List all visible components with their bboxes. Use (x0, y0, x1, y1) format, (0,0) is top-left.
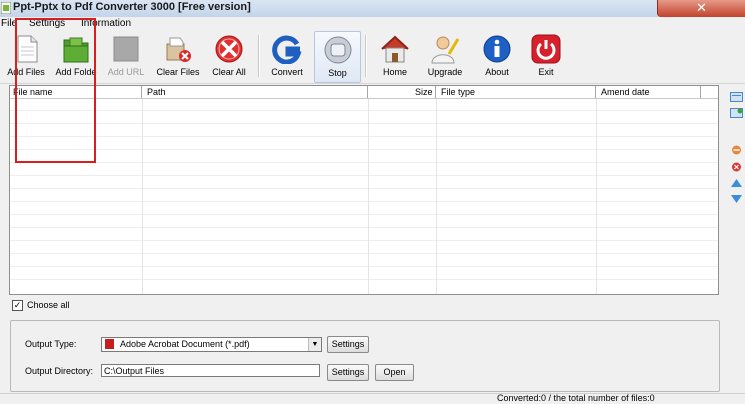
header-divider[interactable] (435, 86, 436, 98)
output-directory-label: Output Directory: (25, 366, 94, 376)
convert-label: Convert (271, 67, 303, 77)
column-header-path[interactable]: Path (147, 87, 166, 97)
output-type-value: Adobe Acrobat Document (*.pdf) (120, 339, 250, 349)
header-divider[interactable] (700, 86, 701, 98)
remove-icon[interactable] (730, 145, 743, 155)
clear-files-label: Clear Files (156, 67, 200, 77)
output-type-settings-button[interactable]: Settings (327, 336, 369, 353)
upgrade-button[interactable]: Upgrade (421, 31, 469, 81)
about-button[interactable]: About (474, 31, 520, 81)
info-icon (483, 35, 511, 63)
row-line (10, 136, 718, 137)
add-item-icon[interactable] (730, 108, 743, 118)
row-line (10, 149, 718, 150)
about-label: About (485, 67, 509, 77)
window-title: Ppt-Pptx to Pdf Converter 3000 [Free ver… (13, 1, 251, 13)
row-line (10, 188, 718, 189)
app-icon (1, 2, 11, 14)
column-header-size[interactable]: Size (415, 87, 433, 97)
add-url-label: Add URL (107, 67, 145, 77)
column-line (596, 86, 597, 294)
convert-button[interactable]: Convert (264, 31, 310, 81)
home-icon (381, 35, 409, 63)
home-label: Home (382, 67, 407, 77)
column-line (142, 86, 143, 294)
delete-icon[interactable] (730, 162, 743, 172)
add-url-button[interactable]: Add URL (103, 31, 149, 81)
column-line (368, 86, 369, 294)
clear-all-button[interactable]: Clear All (206, 31, 252, 81)
clear-all-label: Clear All (212, 67, 246, 77)
column-header-amend-date[interactable]: Amend date (601, 87, 650, 97)
choose-all-checkbox[interactable]: ✓ (12, 300, 23, 311)
upgrade-icon (431, 36, 460, 64)
home-button[interactable]: Home (372, 31, 418, 81)
power-icon (531, 34, 561, 64)
row-line (10, 110, 718, 111)
file-list[interactable]: File name Path Size File type Amend date (9, 85, 719, 295)
column-header-file-type[interactable]: File type (441, 87, 475, 97)
toolbar-separator (258, 35, 260, 77)
clear-files-button[interactable]: Clear Files (154, 31, 202, 81)
row-line (10, 279, 718, 280)
upgrade-label: Upgrade (427, 67, 463, 77)
column-line (436, 86, 437, 294)
header-divider[interactable] (595, 86, 596, 98)
row-line (10, 227, 718, 228)
toolbar: Add Files Add Folde Add URL Clear Files (0, 31, 745, 84)
move-up-icon[interactable] (730, 178, 743, 188)
open-directory-button[interactable]: Open (375, 364, 414, 381)
menu-bar: File Settings Information (0, 17, 745, 31)
row-line (10, 214, 718, 215)
list-view-icon[interactable] (730, 92, 743, 102)
chevron-down-icon[interactable]: ▼ (308, 338, 321, 351)
stop-icon (324, 36, 351, 64)
row-line (10, 240, 718, 241)
row-line (10, 266, 718, 267)
stop-button[interactable]: Stop (314, 31, 361, 83)
stop-label: Stop (328, 68, 347, 78)
row-line (10, 253, 718, 254)
close-icon[interactable]: ✕ (696, 0, 707, 16)
output-settings-panel (10, 320, 720, 392)
status-text: Converted:0 / the total number of files:… (497, 393, 655, 403)
header-divider[interactable] (367, 86, 368, 98)
row-line (10, 175, 718, 176)
row-line (10, 201, 718, 202)
row-line (10, 162, 718, 163)
exit-label: Exit (538, 67, 554, 77)
output-type-select[interactable]: Adobe Acrobat Document (*.pdf) ▼ (101, 337, 322, 352)
convert-icon (272, 35, 302, 64)
highlight-box (15, 18, 96, 163)
pdf-icon (105, 339, 114, 349)
toolbar-separator (365, 35, 367, 77)
output-directory-input[interactable]: C:\Output Files (101, 364, 320, 377)
exit-button[interactable]: Exit (524, 31, 568, 81)
clear-all-icon (215, 35, 243, 63)
choose-all-label: Choose all (27, 300, 70, 310)
clear-files-icon (166, 37, 191, 62)
file-list-header: File name Path Size File type Amend date (10, 86, 718, 99)
move-down-icon[interactable] (730, 194, 743, 204)
output-type-label: Output Type: (25, 339, 77, 349)
header-divider[interactable] (141, 86, 142, 98)
row-line (10, 123, 718, 124)
window-close-button[interactable]: ✕ (657, 0, 745, 17)
url-icon (113, 36, 139, 62)
output-directory-settings-button[interactable]: Settings (327, 364, 369, 381)
title-bar: Ppt-Pptx to Pdf Converter 3000 [Free ver… (0, 0, 745, 18)
